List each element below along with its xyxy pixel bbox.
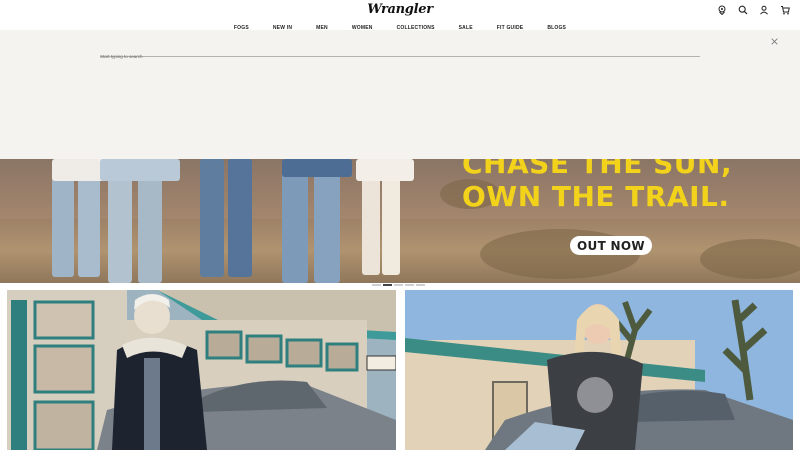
brand-logo[interactable]: Wrangler [0,2,800,17]
cart-icon[interactable] [778,3,792,17]
search-input[interactable] [100,51,700,62]
search-field [100,45,700,62]
hero-headline: CHASE THE SUN, OWN THE TRAIL. [462,159,792,213]
carousel-dot[interactable] [394,284,403,286]
hero-banner[interactable]: CHASE THE SUN, OWN THE TRAIL. [0,159,800,283]
carousel-dots [372,284,425,286]
promo-tile-men-photo [7,290,396,450]
hero-headline-line-1: CHASE THE SUN, [462,159,733,180]
promo-tile-men[interactable] [7,290,396,450]
hero-headline-line-2: OWN THE TRAIL. [462,180,730,213]
close-search-button[interactable] [770,37,779,46]
account-icon[interactable] [757,3,771,17]
header-icon-group [715,3,792,17]
close-icon [771,38,778,45]
promo-tile-women-photo [405,290,793,450]
page: Wrangler FOGS NEW IN MEN WOMEN COLLECTIO… [0,0,800,450]
carousel-dot-active[interactable] [383,284,392,286]
out-now-button[interactable]: OUT NOW [570,236,652,255]
carousel-dot[interactable] [416,284,425,286]
hero-shrub [700,239,800,279]
store-locator-icon[interactable] [715,3,729,17]
search-icon[interactable] [736,3,750,17]
search-overlay [0,30,800,159]
site-header: Wrangler FOGS NEW IN MEN WOMEN COLLECTIO… [0,0,800,31]
promo-tile-women[interactable] [405,290,793,450]
carousel-dot[interactable] [372,284,381,286]
carousel-dot[interactable] [405,284,414,286]
